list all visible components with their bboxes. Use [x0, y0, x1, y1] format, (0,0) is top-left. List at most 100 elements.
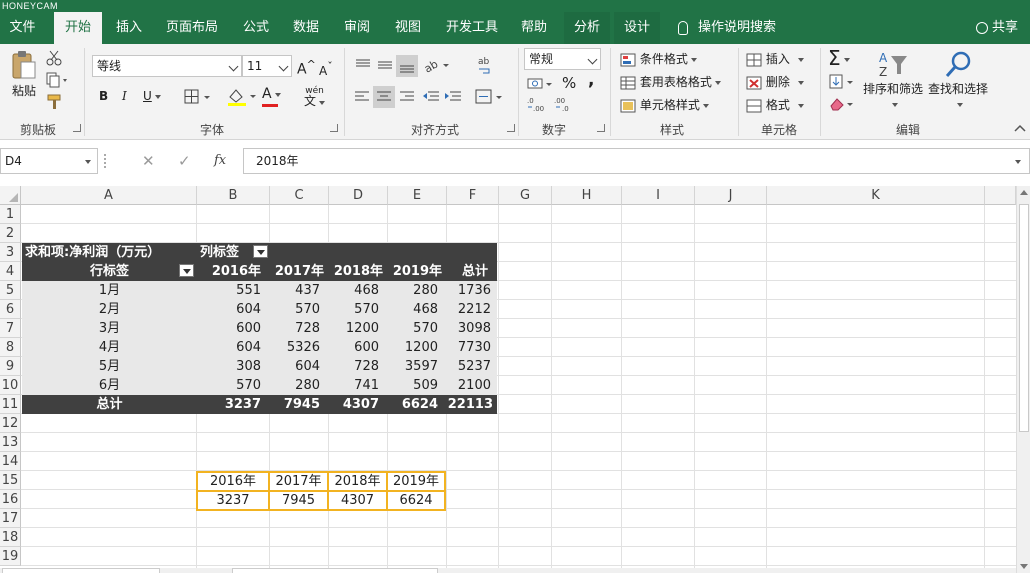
column-header[interactable]: D — [329, 186, 388, 205]
format-cells-button[interactable]: 格式 — [746, 96, 804, 113]
pivot-row-total[interactable]: 1736 — [447, 281, 497, 300]
pivot-grand-total-value[interactable]: 4307 — [329, 395, 388, 414]
pivot-row-total[interactable]: 2212 — [447, 300, 497, 319]
formula-input[interactable]: 2018年 — [243, 148, 1030, 174]
accounting-format-icon[interactable] — [527, 76, 553, 92]
sheet-tab[interactable] — [2, 568, 160, 573]
scroll-thumb[interactable] — [1019, 204, 1029, 432]
worksheet-grid[interactable]: ABCDEFGHIJK 1 2 3 4 5 6 7 8 9 10 11 12 13 14 15 16 17 18 1… — [0, 186, 1016, 573]
tab-design[interactable]: 设计 — [614, 12, 660, 44]
row-header[interactable]: 4 — [0, 262, 21, 281]
column-header[interactable]: I — [622, 186, 695, 205]
pivot-value-cell[interactable]: 1200 — [388, 338, 447, 357]
pivot-col-label-cell[interactable]: 列标签 — [197, 243, 497, 262]
orientation-icon[interactable]: ab — [423, 56, 451, 74]
column-header-overflow[interactable] — [985, 186, 1016, 205]
pivot-value-cell[interactable]: 468 — [388, 300, 447, 319]
scroll-down-icon[interactable] — [1020, 564, 1028, 569]
column-header[interactable]: C — [270, 186, 329, 205]
insert-function-icon[interactable]: fx — [214, 148, 226, 174]
borders-icon[interactable] — [184, 89, 212, 105]
pivot-header-year[interactable]: 2016年 — [197, 262, 270, 281]
pivot-value-cell[interactable]: 570 — [197, 376, 270, 395]
summary-value-cell[interactable]: 7945 — [268, 490, 329, 511]
row-header[interactable]: 3 — [0, 243, 21, 262]
column-header[interactable]: F — [447, 186, 499, 205]
align-center-icon[interactable] — [373, 86, 395, 108]
row-header[interactable]: 9 — [0, 357, 21, 376]
row-header[interactable]: 14 — [0, 452, 21, 471]
comma-style-button[interactable]: , — [588, 70, 594, 90]
format-painter-icon[interactable] — [46, 94, 64, 110]
pivot-value-cell[interactable]: 604 — [197, 300, 270, 319]
summary-year-cell[interactable]: 2016年 — [196, 471, 270, 492]
pivot-row-total[interactable]: 3098 — [447, 319, 497, 338]
pivot-row-month[interactable]: 1月 — [22, 281, 197, 300]
column-header[interactable]: H — [552, 186, 622, 205]
italic-button[interactable]: I — [122, 89, 127, 103]
grow-font-button[interactable]: A^ — [297, 58, 316, 78]
tab-developer[interactable]: 开发工具 — [440, 12, 504, 44]
pivot-value-cell[interactable]: 570 — [270, 300, 329, 319]
bold-button[interactable]: B — [99, 89, 108, 103]
select-all-corner[interactable] — [0, 186, 21, 205]
pivot-row-month[interactable]: 5月 — [22, 357, 197, 376]
align-left-icon[interactable] — [354, 90, 370, 104]
row-header[interactable]: 7 — [0, 319, 21, 338]
shrink-font-button[interactable]: Aˇ — [319, 60, 333, 78]
cancel-icon[interactable]: ✕ — [142, 148, 155, 174]
align-top-icon[interactable] — [355, 58, 371, 72]
pivot-value-cell[interactable]: 604 — [197, 338, 270, 357]
pivot-value-cell[interactable]: 437 — [270, 281, 329, 300]
number-launcher-icon[interactable] — [597, 124, 605, 132]
row-header[interactable]: 15 — [0, 471, 21, 490]
pivot-value-cell[interactable]: 3597 — [388, 357, 447, 376]
horizontal-scrollbar[interactable] — [232, 568, 438, 573]
pivot-header-total[interactable]: 总计 — [447, 262, 497, 281]
pivot-row-total[interactable]: 2100 — [447, 376, 497, 395]
tab-review[interactable]: 审阅 — [335, 12, 379, 44]
sort-filter-button[interactable]: AZ 排序和筛选 — [862, 50, 924, 111]
column-header[interactable]: E — [388, 186, 447, 205]
insert-cells-button[interactable]: 插入 — [746, 50, 804, 67]
pivot-header-year[interactable]: 2018年 — [329, 262, 388, 281]
row-header[interactable]: 12 — [0, 414, 21, 433]
tab-view[interactable]: 视图 — [386, 12, 430, 44]
align-bottom-icon[interactable] — [396, 55, 418, 77]
tab-analyze[interactable]: 分析 — [564, 12, 610, 44]
tell-me-search[interactable]: 操作说明搜索 — [678, 12, 776, 44]
pivot-value-cell[interactable]: 468 — [329, 281, 388, 300]
pivot-value-cell[interactable]: 280 — [388, 281, 447, 300]
font-color-button[interactable]: A — [262, 86, 290, 107]
column-header[interactable]: K — [767, 186, 985, 205]
row-header[interactable]: 6 — [0, 300, 21, 319]
row-header[interactable]: 11 — [0, 395, 21, 414]
pivot-value-cell[interactable]: 600 — [197, 319, 270, 338]
pivot-row-total[interactable]: 7730 — [447, 338, 497, 357]
tab-file[interactable]: 文件 — [0, 12, 45, 44]
cell-styles-button[interactable]: 单元格样式 — [620, 96, 709, 113]
find-select-button[interactable]: 查找和选择 — [926, 50, 990, 111]
autosum-button[interactable]: Σ — [828, 46, 850, 70]
fill-color-icon[interactable] — [226, 87, 258, 107]
scissors-icon[interactable] — [46, 50, 62, 66]
tab-insert[interactable]: 插入 — [107, 12, 151, 44]
col-filter-dropdown-icon[interactable] — [253, 245, 268, 258]
summary-year-cell[interactable]: 2017年 — [268, 471, 329, 492]
scroll-up-icon[interactable] — [1020, 190, 1028, 195]
column-header[interactable]: G — [499, 186, 552, 205]
pivot-value-cell[interactable]: 551 — [197, 281, 270, 300]
summary-year-cell[interactable]: 2019年 — [386, 471, 446, 492]
clipboard-launcher-icon[interactable] — [73, 124, 81, 132]
font-size-box[interactable]: 11 — [242, 55, 292, 77]
align-middle-icon[interactable] — [377, 58, 393, 72]
collapse-ribbon-icon[interactable] — [1014, 124, 1026, 132]
pivot-row-month[interactable]: 2月 — [22, 300, 197, 319]
wrap-text-icon[interactable]: ab — [477, 55, 493, 77]
pivot-row-month[interactable]: 4月 — [22, 338, 197, 357]
pivot-value-cell[interactable]: 509 — [388, 376, 447, 395]
row-header[interactable]: 16 — [0, 490, 21, 509]
column-header[interactable]: A — [21, 186, 197, 205]
column-header[interactable]: B — [197, 186, 270, 205]
tab-help[interactable]: 帮助 — [512, 12, 556, 44]
